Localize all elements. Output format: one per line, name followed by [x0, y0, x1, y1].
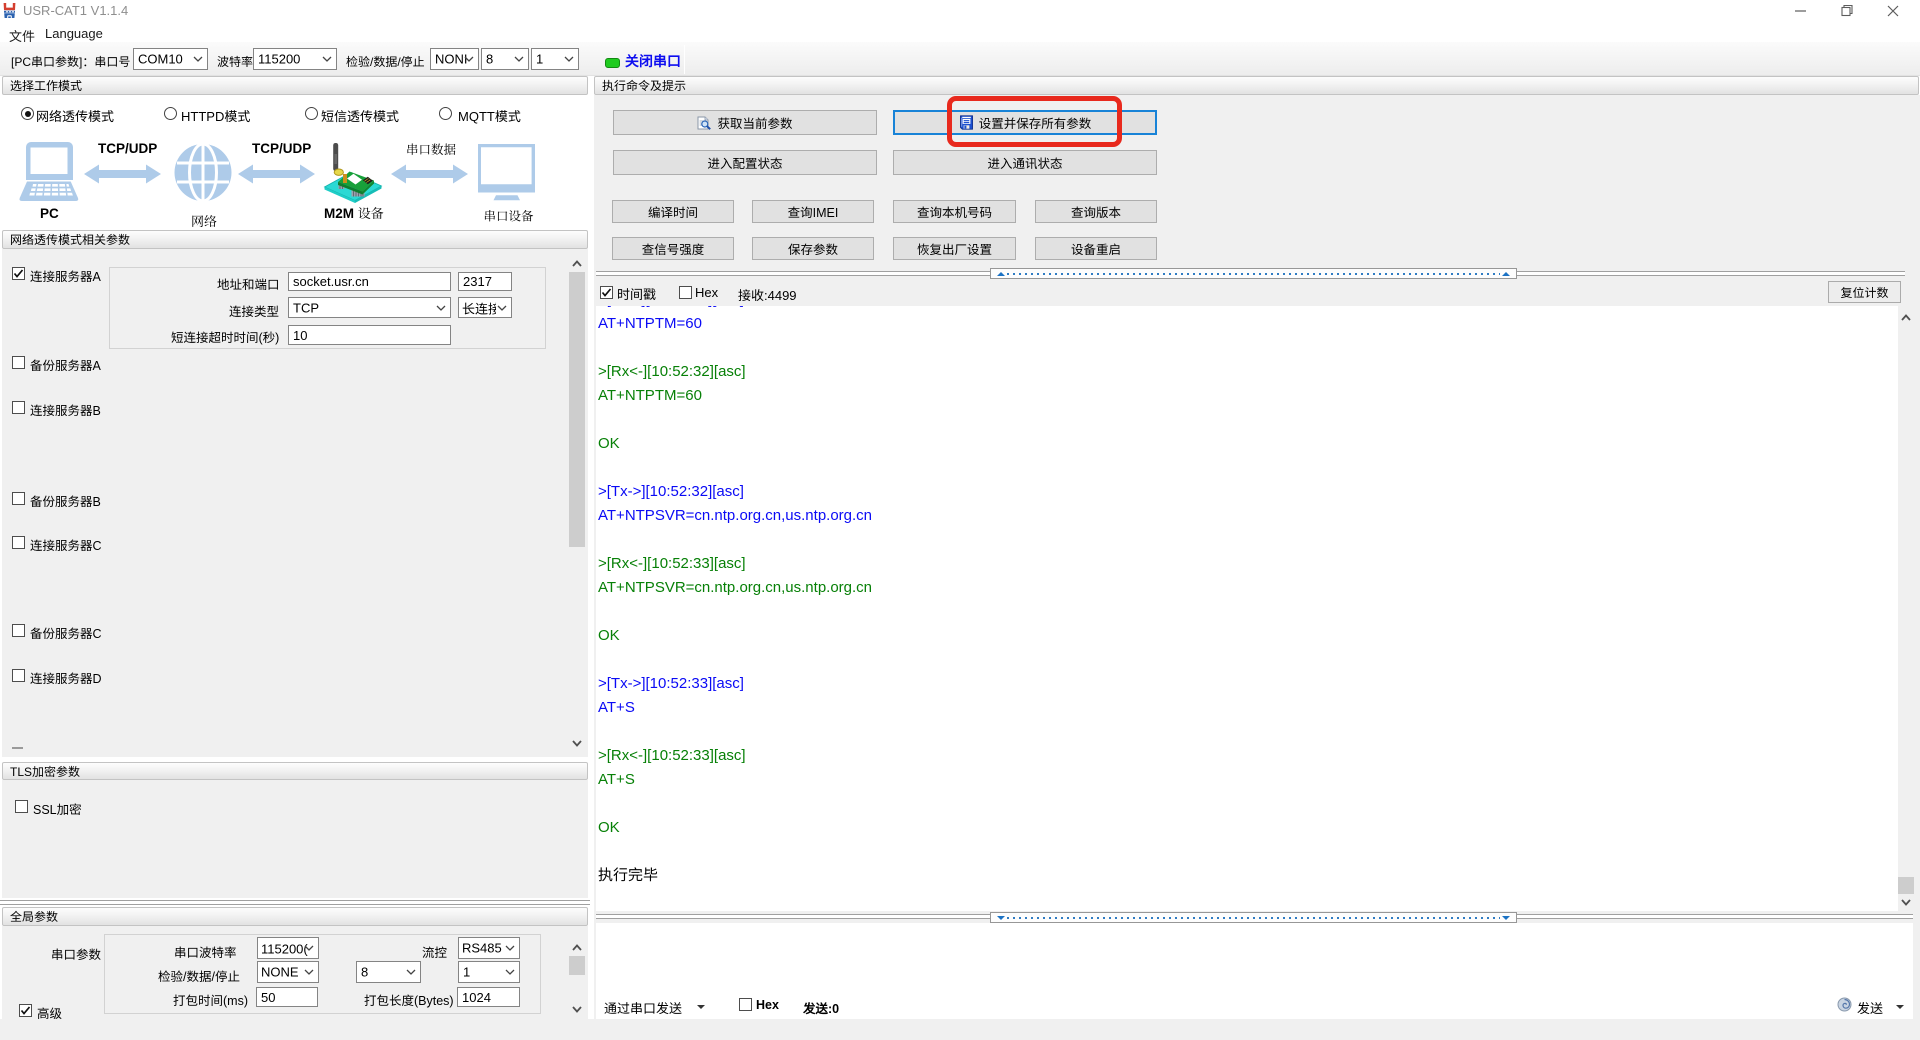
svg-text:网络: 网络: [191, 214, 217, 229]
svg-text:TCP/UDP: TCP/UDP: [252, 141, 311, 156]
svg-text:M2M 设备: M2M 设备: [324, 206, 384, 221]
svg-text:串口数据: 串口数据: [406, 143, 457, 157]
svg-text:串口设备: 串口设备: [484, 210, 535, 224]
svg-text:PC: PC: [40, 206, 59, 221]
svg-text:TCP/UDP: TCP/UDP: [98, 141, 157, 156]
